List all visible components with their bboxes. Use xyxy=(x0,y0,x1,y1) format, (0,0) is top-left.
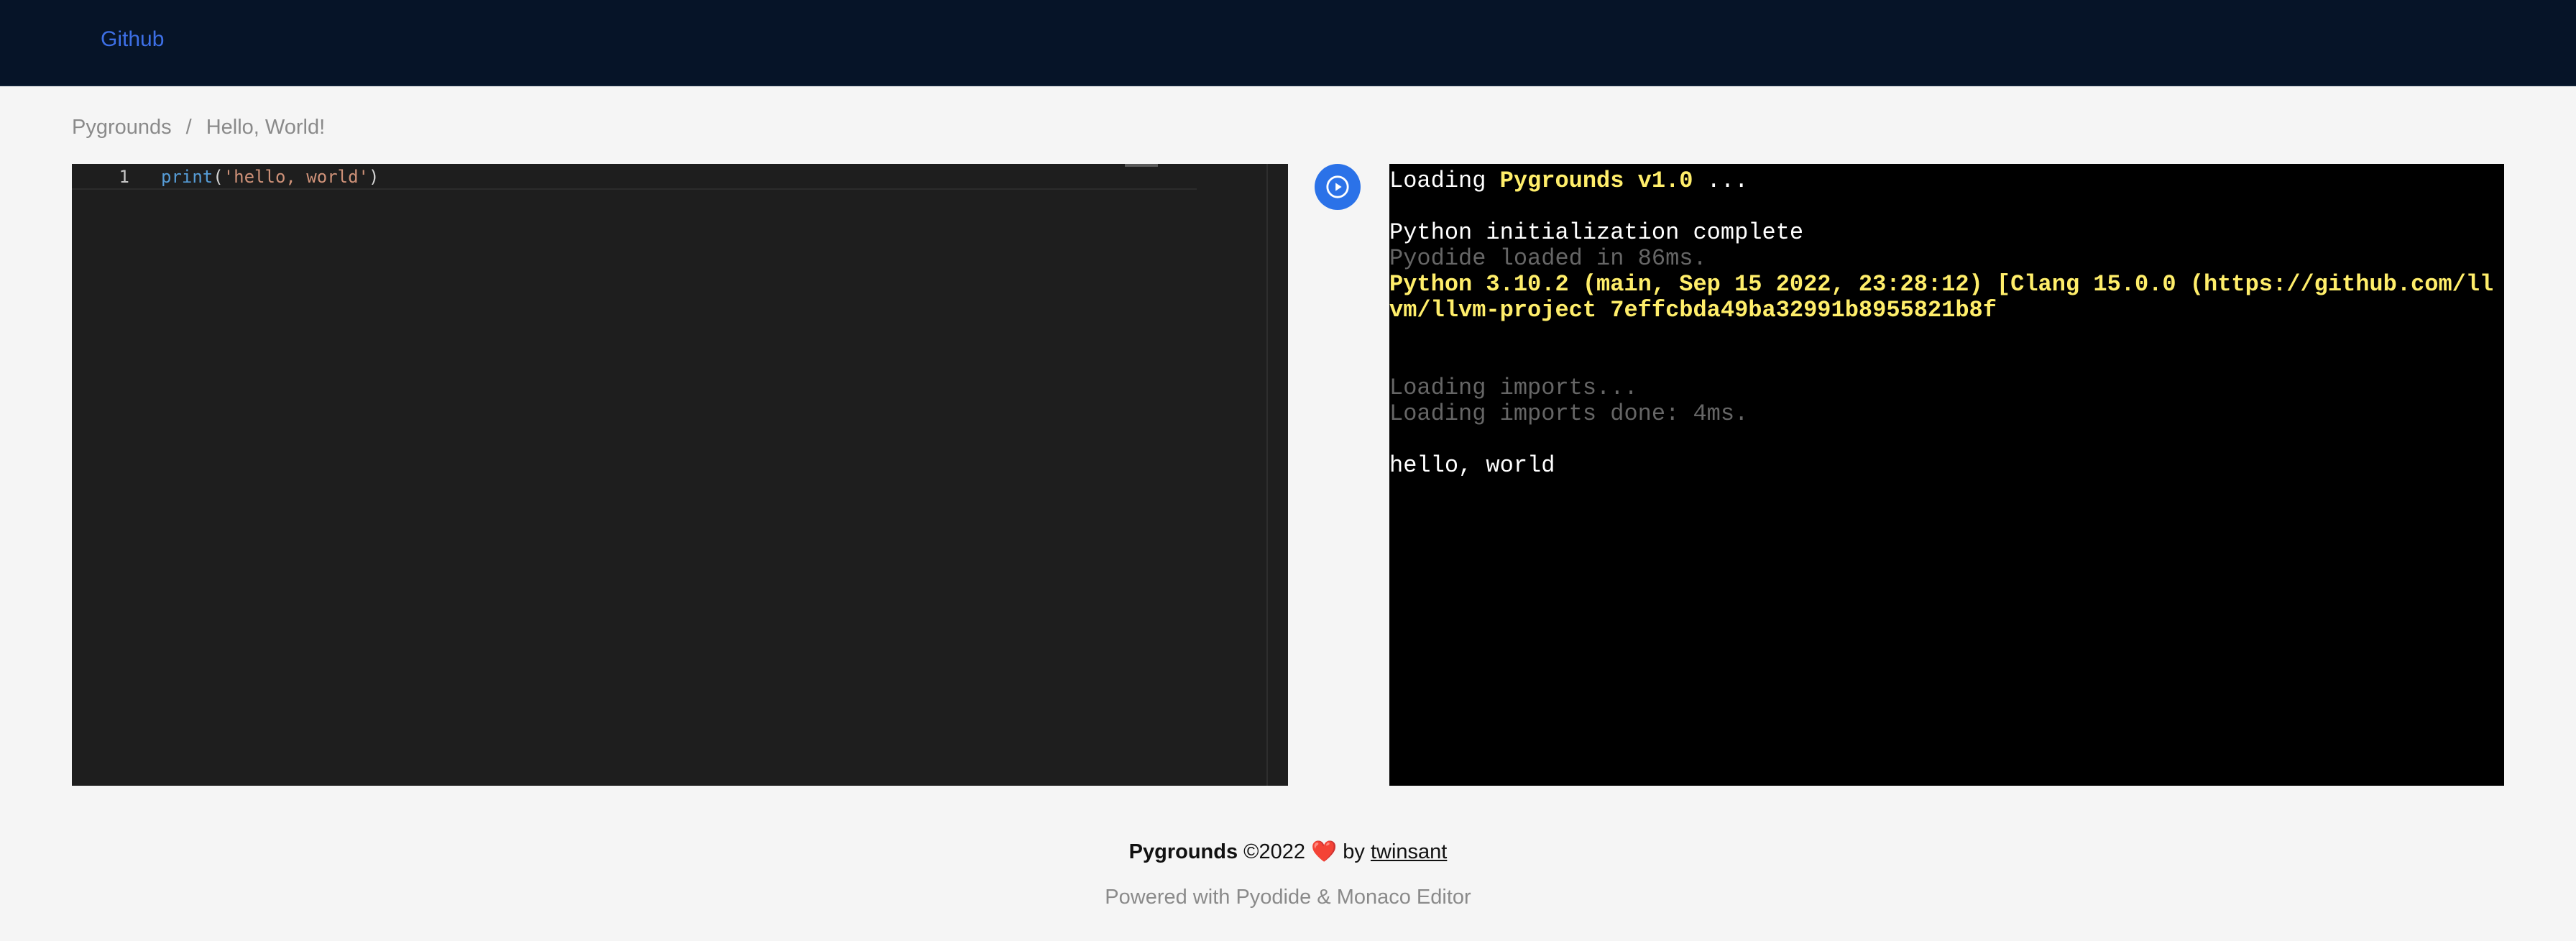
breadcrumb-current: Hello, World! xyxy=(206,115,326,139)
editor-scrollbar[interactable] xyxy=(1266,164,1268,786)
console-line-imports-done: Loading imports done: 4ms. xyxy=(1389,400,1749,427)
footer-credits: Pygrounds ©2022 ❤️ by twinsant xyxy=(0,840,2576,864)
footer-brand: Pygrounds xyxy=(1128,840,1238,863)
console-line-python-init: Python initialization complete xyxy=(1389,219,1804,246)
console-line-python-version: Python 3.10.2 (main, Sep 15 2022, 23:28:… xyxy=(1389,271,2494,323)
github-link[interactable]: Github xyxy=(101,27,164,52)
run-button[interactable] xyxy=(1315,164,1361,210)
footer-by: by xyxy=(1337,840,1371,863)
breadcrumb-root-link[interactable]: Pygrounds xyxy=(72,116,172,139)
console-loading-name: Pygrounds v1.0 xyxy=(1499,167,1693,194)
footer-powered-by: Powered with Pyodide & Monaco Editor xyxy=(1105,886,1471,909)
console-line-pyodide-loaded: Pyodide loaded in 86ms. xyxy=(1389,245,1707,272)
footer-copyright: ©2022 xyxy=(1238,840,1312,863)
console-line-output: hello, world xyxy=(1389,452,1555,479)
console-output: Loading Pygrounds v1.0 ... Python initia… xyxy=(1389,164,2504,786)
console-loading-prefix: Loading xyxy=(1389,167,1500,194)
play-circle-icon xyxy=(1326,175,1349,198)
top-nav-bar: Github xyxy=(0,0,2576,86)
breadcrumb-separator: / xyxy=(185,115,192,139)
heart-icon: ❤️ xyxy=(1311,840,1338,863)
editor-current-line[interactable]: 1 print('hello, world') xyxy=(72,164,1197,190)
code-editor[interactable]: 1 print('hello, world') xyxy=(72,164,1288,786)
code-token-paren-close: ) xyxy=(369,167,380,187)
code-token-string: 'hello, world' xyxy=(223,167,369,187)
console-loading-suffix: ... xyxy=(1693,167,1749,194)
author-link[interactable]: twinsant xyxy=(1371,840,1447,863)
console-line-loading-imports: Loading imports... xyxy=(1389,375,1638,401)
console-line-loading: Loading Pygrounds v1.0 ... xyxy=(1389,168,2504,194)
code-token-paren-open: ( xyxy=(213,167,224,187)
breadcrumb: Pygrounds / Hello, World! xyxy=(72,113,325,142)
minimap-indicator[interactable] xyxy=(1125,164,1158,167)
line-number: 1 xyxy=(119,167,129,187)
code-text[interactable]: print('hello, world') xyxy=(161,167,379,187)
code-token-function: print xyxy=(161,167,213,187)
